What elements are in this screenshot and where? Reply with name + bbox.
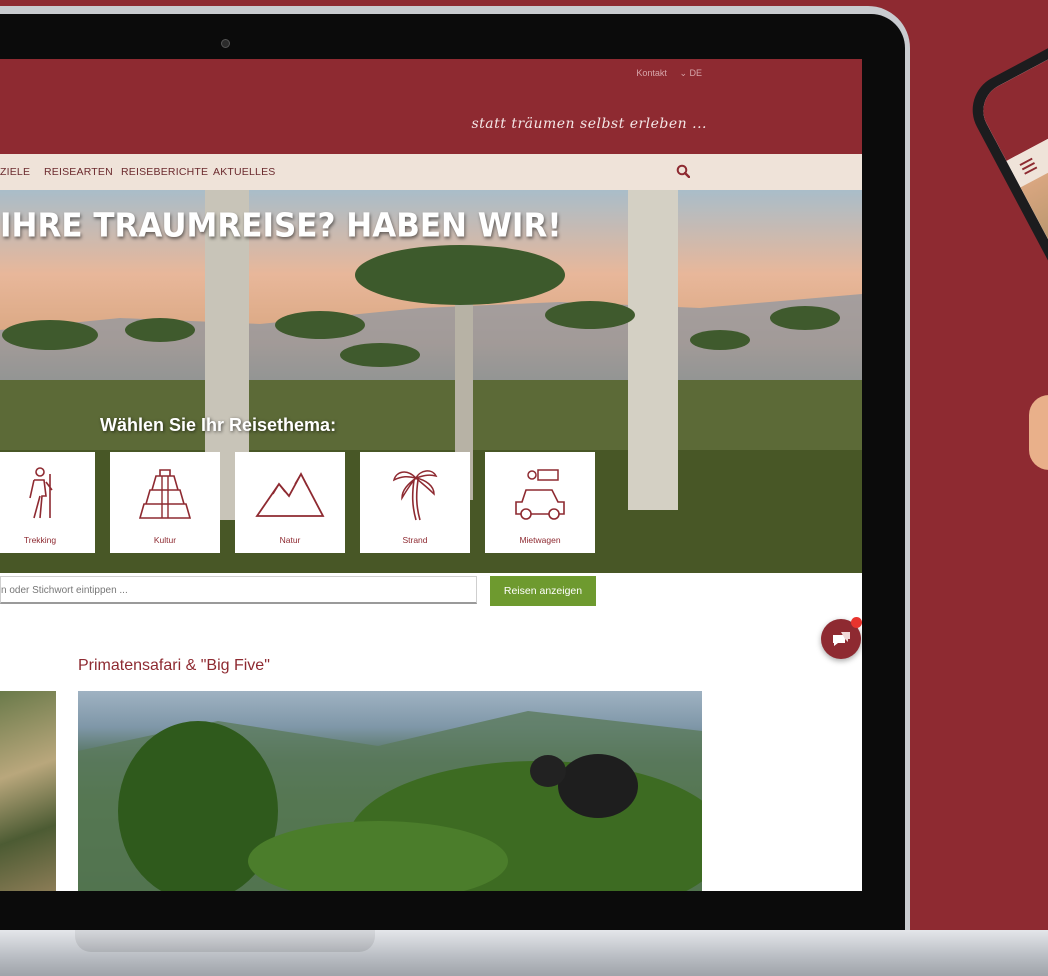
hero-banner: IHRE TRAUMREISE? HABEN WIR! Wählen Sie I… bbox=[0, 190, 862, 573]
smartphone-mockup bbox=[960, 10, 1048, 413]
theme-label: Strand bbox=[402, 535, 428, 545]
hero-title: IHRE TRAUMREISE? HABEN WIR! bbox=[0, 207, 562, 245]
contact-link[interactable]: Kontakt bbox=[636, 68, 667, 78]
theme-tile-strand[interactable]: Strand bbox=[360, 452, 470, 553]
slogan: statt träumen selbst erleben ... bbox=[471, 116, 707, 132]
palm-tree-icon bbox=[392, 470, 438, 521]
theme-label: Trekking bbox=[23, 535, 57, 545]
theme-tile-kultur[interactable]: Kultur bbox=[110, 452, 220, 553]
trip-photo-left[interactable] bbox=[0, 691, 56, 891]
phone-screen bbox=[973, 24, 1048, 400]
trip-search: n oder Stichwort eintippen ... Reisen an… bbox=[0, 573, 606, 613]
language-switch[interactable]: ⌄ DE bbox=[679, 68, 702, 78]
theme-tile-natur[interactable]: Natur bbox=[235, 452, 345, 553]
site-header: Kontakt ⌄ DE statt träumen selbst erlebe… bbox=[0, 59, 862, 154]
laptop-hinge bbox=[75, 930, 375, 952]
top-links: Kontakt ⌄ DE bbox=[626, 68, 702, 79]
show-trips-button[interactable]: Reisen anzeigen bbox=[490, 576, 596, 606]
theme-label: Natur bbox=[279, 535, 301, 545]
theme-tile-mietwagen[interactable]: Mietwagen bbox=[485, 452, 595, 553]
theme-label: Kultur bbox=[153, 535, 177, 545]
nav-item-reiseberichte[interactable]: REISEBERICHTE bbox=[121, 166, 208, 178]
hero-subtitle: Wählen Sie Ihr Reisethema: bbox=[100, 415, 337, 435]
theme-label: Mietwagen bbox=[519, 535, 561, 545]
nav-item-ziele[interactable]: ZIELE bbox=[0, 166, 30, 178]
laptop-screen: Kontakt ⌄ DE statt träumen selbst erlebe… bbox=[0, 59, 862, 891]
webcam bbox=[221, 39, 230, 48]
search-icon[interactable] bbox=[676, 164, 690, 178]
main-nav: ZIELE REISEARTEN REISEBERICHTE AKTUELLES bbox=[0, 154, 862, 190]
featured-trip-title[interactable]: Primatensafari & "Big Five" bbox=[78, 657, 270, 675]
phone-header bbox=[973, 24, 1048, 161]
theme-tile-trekking[interactable]: Trekking bbox=[0, 452, 95, 553]
notification-badge bbox=[851, 617, 862, 628]
nav-item-reisearten[interactable]: REISEARTEN bbox=[44, 166, 113, 178]
search-input[interactable]: n oder Stichwort eintippen ... bbox=[0, 576, 477, 604]
gorilla-scene-image bbox=[78, 711, 702, 891]
hand bbox=[1029, 395, 1048, 470]
gorilla-photo[interactable] bbox=[78, 691, 702, 891]
pyramid-icon bbox=[138, 469, 192, 519]
nav-item-aktuelles[interactable]: AKTUELLES bbox=[213, 166, 276, 178]
hamburger-menu-icon[interactable] bbox=[1019, 157, 1038, 175]
hiker-icon bbox=[29, 467, 53, 519]
mountains-icon bbox=[255, 472, 325, 517]
rental-car-icon bbox=[515, 469, 565, 520]
